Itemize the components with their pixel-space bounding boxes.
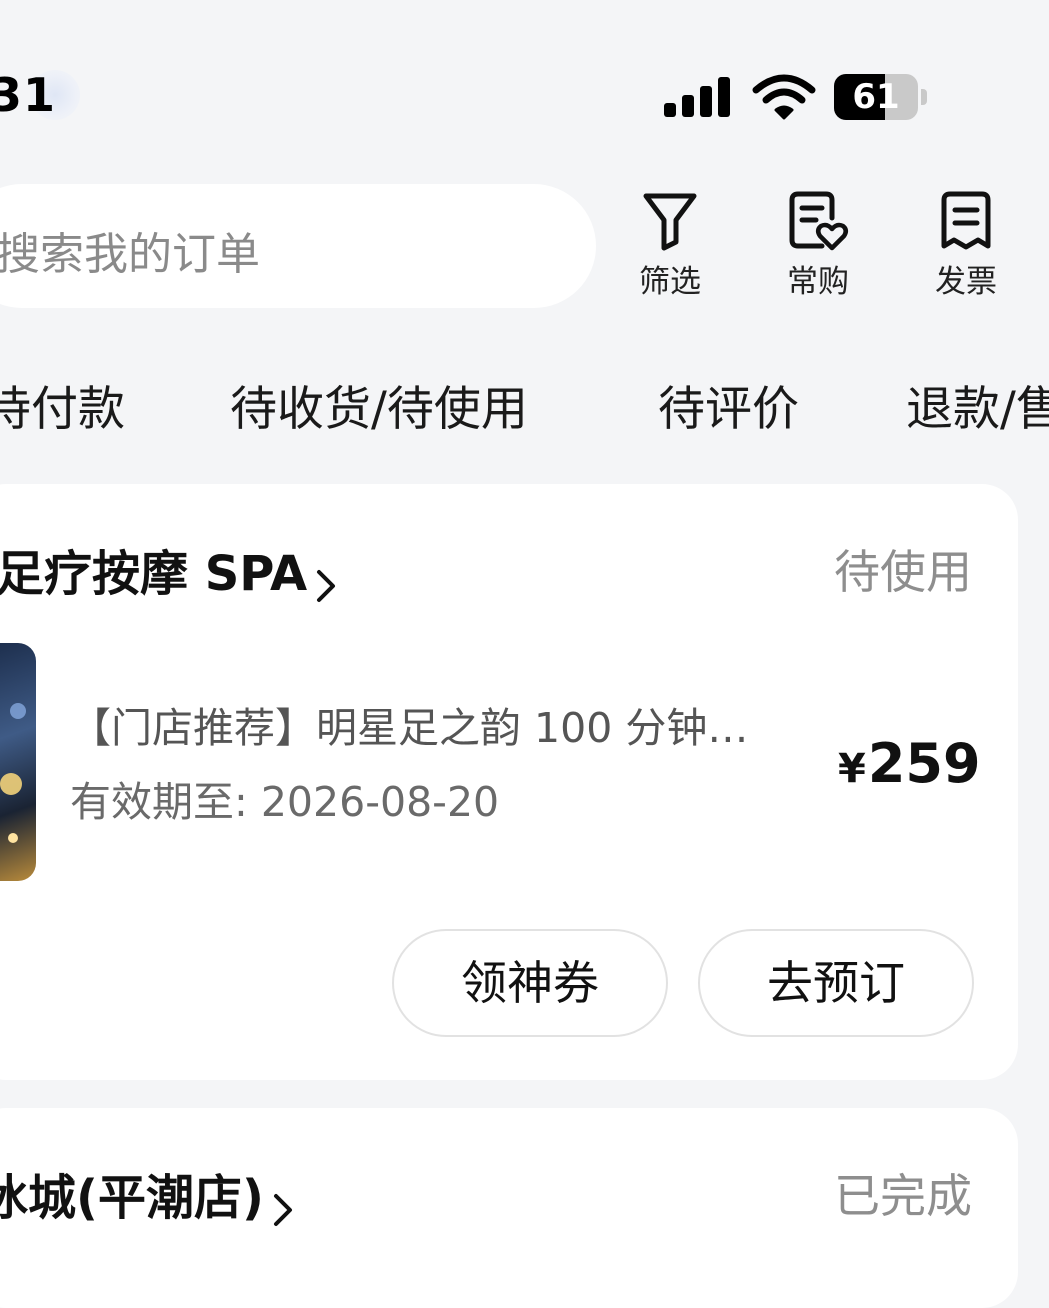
shop-link[interactable]: 冰城(平潮店)	[0, 1158, 294, 1230]
invoice-icon	[941, 191, 991, 250]
product-thumbnail[interactable]	[0, 643, 36, 881]
valid-until: 有效期至: 2026-08-20	[70, 778, 500, 826]
price: ¥259	[838, 732, 981, 795]
shop-link[interactable]: 足疗按摩 SPA	[0, 534, 337, 606]
search-placeholder: 搜索我的订单	[0, 229, 260, 280]
frequent-purchase-button[interactable]: 常购	[768, 190, 868, 302]
order-status: 已完成	[834, 1169, 972, 1223]
filter-icon	[643, 193, 697, 251]
book-button[interactable]: 去预订	[698, 929, 974, 1037]
invoice-label: 发票	[935, 264, 997, 300]
status-time: 31	[0, 68, 57, 122]
tab-pending-review[interactable]: 待评价	[658, 370, 799, 439]
tab-refund-aftersale[interactable]: 退款/售	[906, 370, 1049, 439]
chevron-right-icon	[273, 1193, 292, 1226]
frequent-purchase-label: 常购	[787, 264, 849, 300]
wifi-icon	[752, 74, 816, 120]
claim-coupon-button[interactable]: 领神券	[392, 929, 668, 1037]
shop-name: 足疗按摩 SPA	[0, 546, 308, 602]
signal-icon	[664, 77, 732, 117]
tab-pending-payment[interactable]: 待付款	[0, 370, 125, 439]
order-status: 待使用	[834, 545, 972, 599]
price-value: 259	[867, 732, 981, 795]
price-currency: ¥	[838, 746, 866, 792]
battery-icon: 61	[834, 74, 930, 120]
filter-label: 筛选	[639, 264, 701, 300]
item-title[interactable]: 【门店推荐】明星足之韵 100 分钟…	[70, 694, 786, 754]
battery-percent: 61	[852, 77, 900, 117]
tab-pending-receipt-use[interactable]: 待收货/待使用	[230, 370, 528, 439]
chevron-right-icon	[317, 569, 336, 602]
shop-name: 冰城(平潮店)	[0, 1170, 264, 1226]
filter-button[interactable]: 筛选	[620, 190, 720, 302]
frequent-purchase-icon	[789, 191, 848, 251]
invoice-button[interactable]: 发票	[916, 190, 1016, 302]
